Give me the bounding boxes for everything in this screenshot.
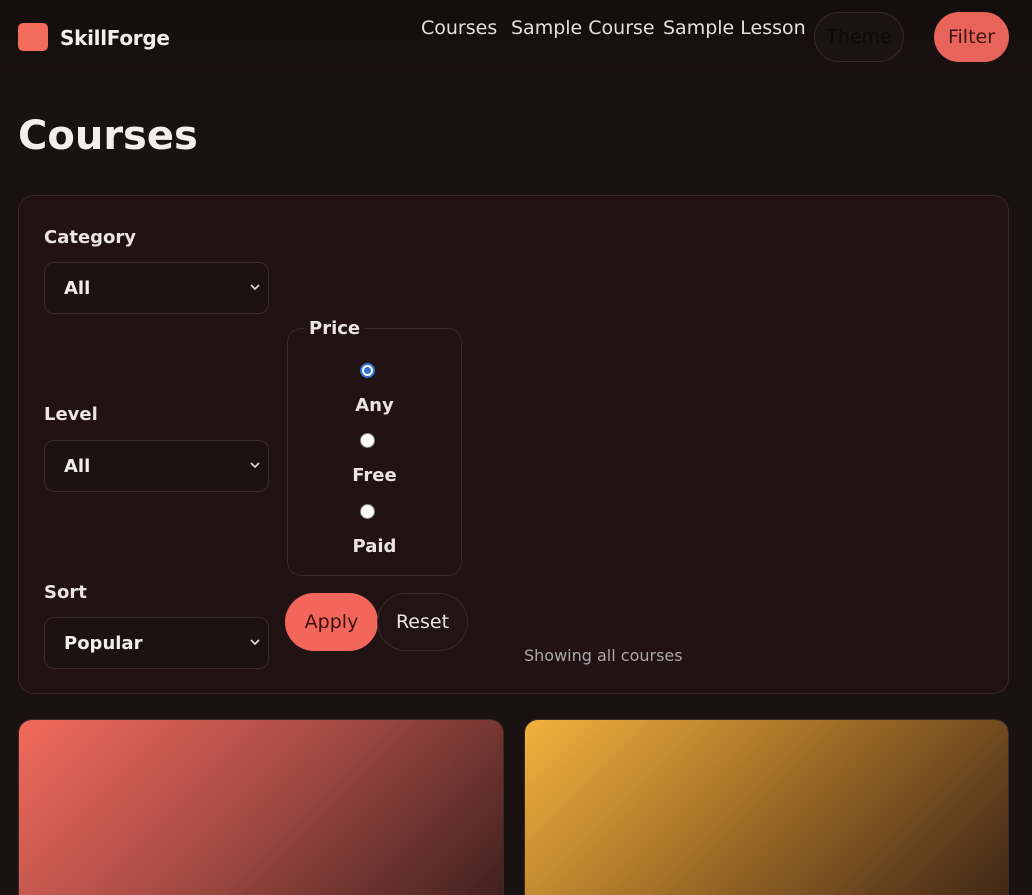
results-status: Showing all courses	[524, 646, 683, 665]
price-legend: Price	[305, 318, 365, 339]
chevron-down-icon	[250, 639, 260, 646]
price-radio-any[interactable]	[360, 363, 375, 378]
category-select-value: All	[64, 277, 91, 299]
price-option-label[interactable]: Paid	[287, 536, 462, 557]
filter-button[interactable]: Filter	[934, 12, 1009, 62]
price-option-label[interactable]: Free	[287, 465, 462, 486]
category-label: Category	[44, 227, 137, 248]
apply-button[interactable]: Apply	[285, 593, 378, 651]
sort-select-value: Popular	[64, 632, 143, 654]
price-radio-free[interactable]	[360, 433, 375, 448]
level-select-value: All	[64, 455, 91, 477]
sort-label: Sort	[44, 582, 87, 603]
brand-name[interactable]: SkillForge	[60, 26, 170, 50]
nav-link-courses[interactable]: Courses	[421, 17, 497, 39]
chevron-down-icon	[250, 462, 260, 469]
theme-button[interactable]: Theme	[814, 12, 904, 62]
nav-link-sample-course[interactable]: Sample Course	[511, 17, 655, 39]
price-option-label[interactable]: Any	[287, 395, 462, 416]
category-select[interactable]: All	[44, 262, 269, 314]
course-card[interactable]	[18, 719, 504, 895]
chevron-down-icon	[250, 284, 260, 291]
level-select[interactable]: All	[44, 440, 269, 492]
top-bar: SkillForge Courses Sample Course Sample …	[0, 0, 1032, 76]
logo-icon[interactable]	[18, 23, 48, 51]
reset-button[interactable]: Reset	[377, 593, 468, 651]
course-card[interactable]	[524, 719, 1009, 895]
filter-panel: Category All Level All Sort Popular Pric…	[18, 195, 1009, 694]
page-title: Courses	[18, 113, 198, 159]
level-label: Level	[44, 404, 98, 425]
price-radio-paid[interactable]	[360, 504, 375, 519]
nav-link-sample-lesson[interactable]: Sample Lesson	[663, 17, 806, 39]
sort-select[interactable]: Popular	[44, 617, 269, 669]
